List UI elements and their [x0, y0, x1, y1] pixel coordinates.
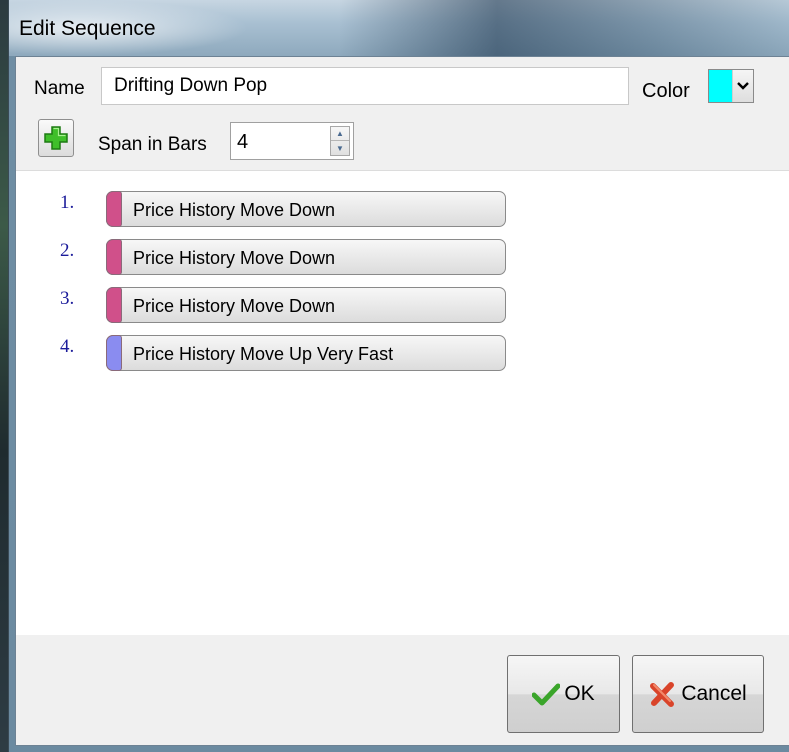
- span-in-bars-stepper[interactable]: 4 ▲ ▼: [230, 122, 354, 160]
- color-swatch[interactable]: [709, 70, 733, 102]
- spin-buttons[interactable]: ▲ ▼: [330, 126, 350, 156]
- sequence-settings: Name Drifting Down Pop Color Span in Bar…: [16, 57, 789, 171]
- sequence-item-button[interactable]: Price History Move Down: [106, 191, 506, 227]
- edit-sequence-dialog: Edit Sequence Name Drifting Down Pop Col…: [8, 0, 789, 752]
- spin-up-icon[interactable]: ▲: [331, 127, 349, 141]
- dialog-body: Name Drifting Down Pop Color Span in Bar…: [15, 56, 789, 746]
- sequence-item: 1. Price History Move Down: [16, 185, 616, 227]
- title-bar[interactable]: Edit Sequence: [9, 0, 789, 56]
- sequence-item: 3. Price History Move Down: [16, 281, 616, 323]
- name-input[interactable]: Drifting Down Pop: [101, 67, 629, 105]
- checkmark-icon: [532, 683, 561, 706]
- sequence-item-color-tab: [106, 287, 122, 323]
- sequence-item-label: Price History Move Down: [133, 200, 336, 220]
- sequence-item-button[interactable]: Price History Move Down: [106, 287, 506, 323]
- sequence-item: 2. Price History Move Down: [16, 233, 616, 275]
- dialog-footer: OK Cancel: [16, 635, 789, 745]
- sequence-item-button[interactable]: Price History Move Down: [106, 239, 506, 275]
- ok-label: OK: [564, 682, 595, 705]
- sequence-item-label: Price History Move Up Very Fast: [133, 344, 394, 364]
- spin-down-icon[interactable]: ▼: [331, 141, 349, 155]
- chevron-down-icon[interactable]: [733, 70, 753, 102]
- x-icon: [650, 682, 675, 707]
- color-picker[interactable]: [708, 69, 754, 103]
- color-label: Color: [642, 80, 690, 102]
- sequence-item-number: 4.: [60, 336, 75, 357]
- sequence-item-number: 3.: [60, 288, 75, 309]
- sequence-item: 4. Price History Move Up Very Fast: [16, 329, 616, 371]
- sequence-item-color-tab: [106, 239, 122, 275]
- sequence-item-number: 1.: [60, 192, 75, 213]
- span-in-bars-value[interactable]: 4: [237, 131, 248, 154]
- name-label: Name: [34, 78, 85, 99]
- sequence-item-number: 2.: [60, 240, 75, 261]
- sequence-item-label: Price History Move Down: [133, 248, 336, 268]
- window-title: Edit Sequence: [19, 17, 156, 40]
- plus-icon: [44, 126, 68, 150]
- sequence-item-color-tab: [106, 191, 122, 227]
- sequence-item-color-tab: [106, 335, 122, 371]
- span-in-bars-label: Span in Bars: [98, 134, 207, 155]
- ok-button[interactable]: OK: [507, 655, 620, 733]
- sequence-item-label: Price History Move Down: [133, 296, 336, 316]
- cancel-button[interactable]: Cancel: [632, 655, 764, 733]
- cancel-label: Cancel: [681, 682, 747, 705]
- add-step-button[interactable]: [38, 119, 74, 157]
- sequence-item-button[interactable]: Price History Move Up Very Fast: [106, 335, 506, 371]
